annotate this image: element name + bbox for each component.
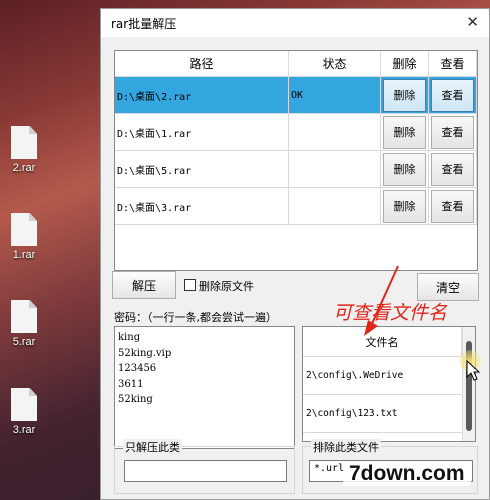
header-status[interactable]: 状态 [289, 51, 381, 76]
only-extract-title: 只解压此类 [123, 439, 182, 455]
watermark: 7down.com [343, 462, 471, 486]
view-button[interactable]: 查看 [431, 189, 474, 223]
path-cell: D:\桌面\5.rar [115, 151, 289, 187]
password-line: king [118, 332, 141, 343]
password-line: 3611 [118, 378, 144, 390]
password-line: 52king.vip [118, 347, 172, 359]
header-path[interactable]: 路径 [115, 51, 289, 76]
view-button[interactable]: 查看 [431, 78, 474, 112]
file-list-item[interactable]: 2\config\.WeDrive [303, 357, 475, 395]
delete-original-checkbox[interactable] [184, 279, 196, 291]
desktop-file-1rar[interactable]: 1.rar [2, 213, 46, 261]
grid-row[interactable]: D:\桌面\2.rar OK 删除 查看 [115, 77, 477, 114]
clear-button[interactable]: 清空 [417, 273, 479, 301]
archive-grid: 路径 状态 删除 查看 D:\桌面\2.rar OK 删除 查看 D:\桌面\1… [114, 50, 478, 271]
path-cell: D:\桌面\1.rar [115, 114, 289, 150]
desktop-file-5rar[interactable]: 5.rar [2, 300, 46, 348]
extract-button[interactable]: 解压 [112, 271, 176, 299]
status-cell [289, 188, 381, 224]
delete-button[interactable]: 删除 [383, 115, 426, 149]
file-list-scrollbar[interactable] [462, 327, 475, 441]
delete-button[interactable]: 删除 [383, 78, 426, 112]
status-cell [289, 114, 381, 150]
password-line: 123456 [118, 363, 157, 374]
status-cell [289, 151, 381, 187]
exclude-title: 排除此类文件 [311, 439, 381, 455]
status-cell: OK [289, 77, 381, 113]
rar-batch-window: rar批量解压 ✕ 路径 状态 删除 查看 D:\桌面\2.rar OK 删除 … [100, 8, 490, 500]
delete-button[interactable]: 删除 [383, 189, 426, 223]
mouse-cursor-icon [466, 360, 480, 381]
file-icon [11, 388, 37, 421]
close-icon[interactable]: ✕ [466, 13, 479, 31]
grid-header: 路径 状态 删除 查看 [115, 51, 477, 77]
file-list: 文件名 2\config\.WeDrive 2\config\123.txt [302, 326, 476, 442]
grid-row[interactable]: D:\桌面\1.rar 删除 查看 [115, 114, 477, 151]
annotation-text: 可查看文件名 [333, 302, 448, 324]
file-icon [11, 126, 37, 159]
password-textarea[interactable]: king 52king.vip 123456 3611 52king [114, 326, 295, 449]
delete-original-label: 删除原文件 [199, 280, 254, 293]
desktop-file-label: 3.rar [12, 424, 36, 436]
file-icon [11, 213, 37, 246]
window-title: rar批量解压 [111, 17, 177, 31]
path-cell: D:\桌面\3.rar [115, 188, 289, 224]
grid-row[interactable]: D:\桌面\5.rar 删除 查看 [115, 151, 477, 188]
only-extract-input[interactable] [124, 460, 287, 482]
desktop-file-2rar[interactable]: 2.rar [2, 126, 46, 174]
view-button[interactable]: 查看 [431, 115, 474, 149]
view-button[interactable]: 查看 [431, 152, 474, 186]
header-view[interactable]: 查看 [429, 51, 477, 76]
password-label: 密码：（一行一条,都会尝试一遍） [114, 311, 277, 324]
title-bar[interactable]: rar批量解压 ✕ [101, 9, 489, 37]
path-cell: D:\桌面\2.rar [115, 77, 289, 113]
file-list-item[interactable]: 2\config\123.txt [303, 395, 475, 433]
file-icon [11, 300, 37, 333]
desktop-file-label: 1.rar [12, 249, 36, 261]
delete-button[interactable]: 删除 [383, 152, 426, 186]
desktop-file-label: 5.rar [12, 336, 36, 348]
header-delete[interactable]: 删除 [381, 51, 429, 76]
desktop-file-label: 2.rar [12, 162, 36, 174]
password-line: 52king [118, 394, 153, 405]
only-extract-group: 只解压此类 [114, 439, 295, 494]
desktop-file-3rar[interactable]: 3.rar [2, 388, 46, 436]
grid-row[interactable]: D:\桌面\3.rar 删除 查看 [115, 188, 477, 225]
